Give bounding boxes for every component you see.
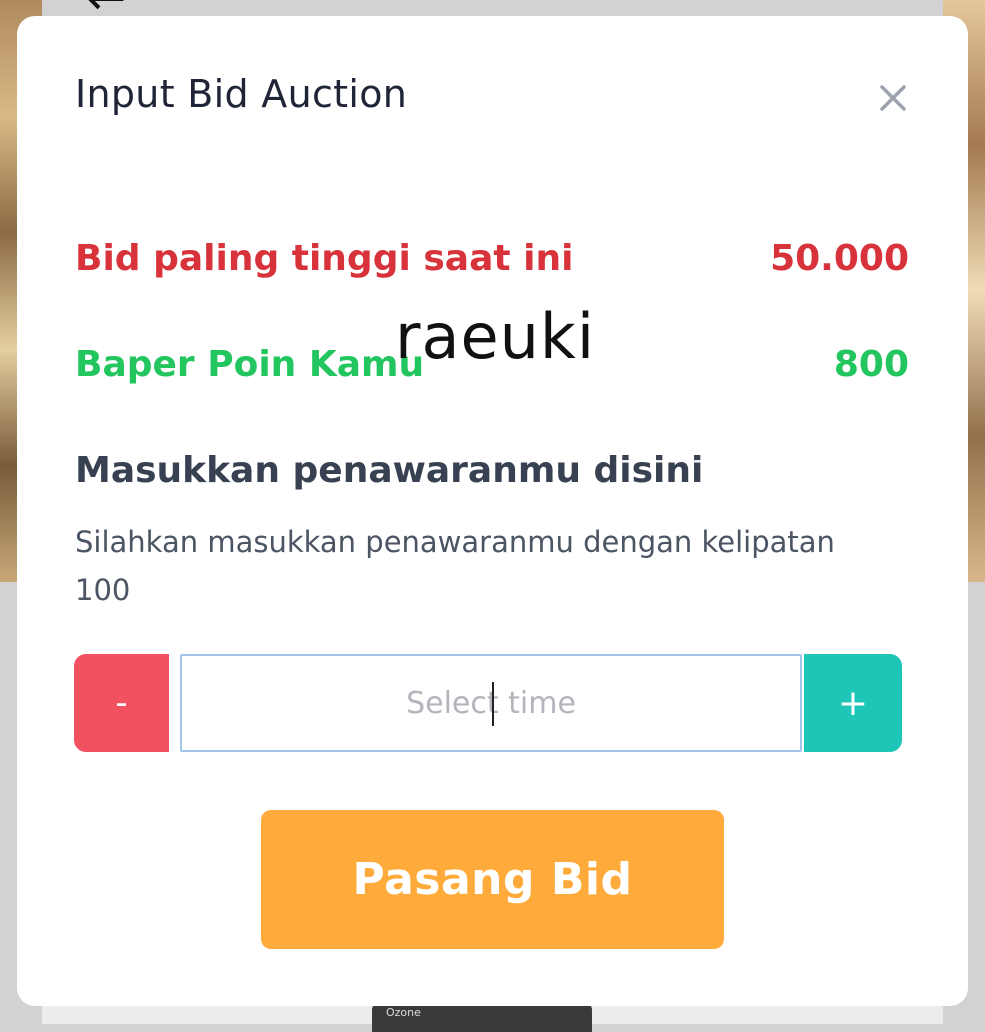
close-icon [880,85,906,111]
bid-amount-input[interactable] [180,654,802,752]
watermark-text: raeuki [395,300,596,373]
text-cursor [492,682,494,726]
bid-modal: Input Bid Auction Bid paling tinggi saat… [17,16,968,1006]
product-brand-label: Ozone [386,1006,421,1019]
points-value: 800 [833,344,909,385]
offer-title: Masukkan penawaranmu disini [75,450,704,491]
modal-title: Input Bid Auction [75,72,408,116]
highest-bid-value: 50.000 [770,238,909,279]
increase-button[interactable]: + [804,654,902,752]
background-product-image: Ozone [372,1002,592,1032]
place-bid-button[interactable]: Pasang Bid [261,810,724,949]
decrease-button[interactable]: - [74,654,169,752]
points-label: Baper Poin Kamu [75,344,425,385]
highest-bid-row: Bid paling tinggi saat ini 50.000 [75,238,909,279]
close-button[interactable] [873,78,913,118]
bid-stepper: - + [74,654,902,752]
offer-description: Silahkan masukkan penawaranmu dengan kel… [75,525,835,607]
highest-bid-label: Bid paling tinggi saat ini [75,238,574,279]
